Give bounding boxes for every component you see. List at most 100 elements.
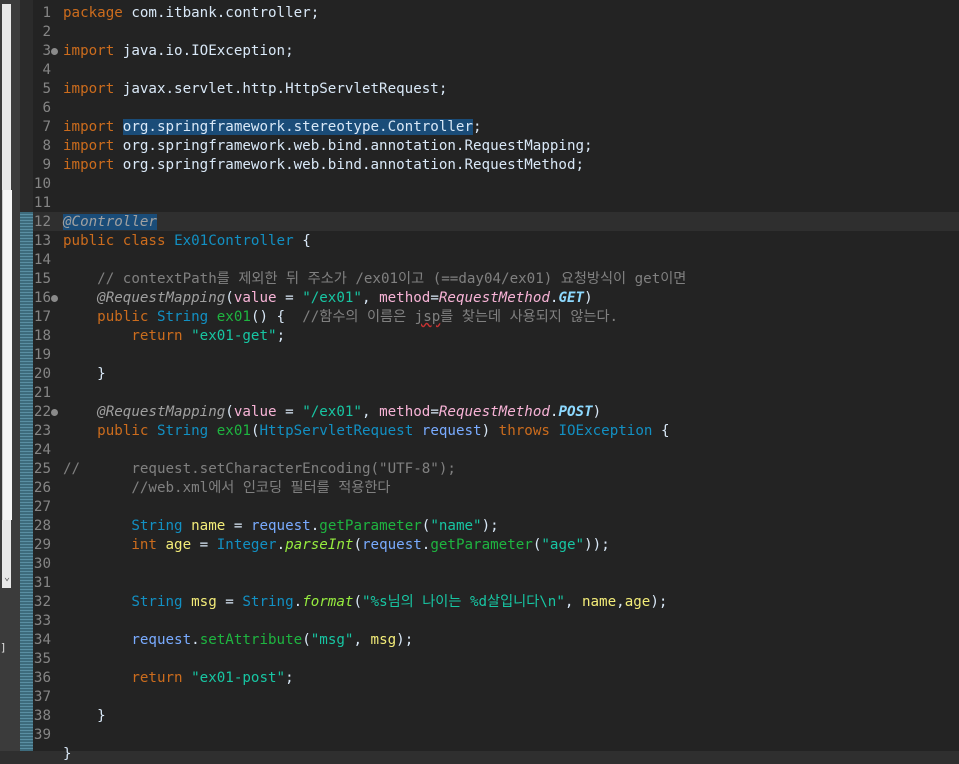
code-token: import: [63, 81, 115, 97]
code-line[interactable]: 1 package com.itbank.controller;: [33, 4, 959, 23]
code-token: );: [650, 594, 668, 610]
code-token: );: [481, 518, 499, 534]
code-token: "name": [430, 518, 482, 534]
code-token: (: [302, 632, 311, 648]
code-line[interactable]: 38 }: [33, 707, 959, 726]
code-token: (: [225, 290, 234, 306]
code-line[interactable]: }: [33, 745, 959, 764]
code-token: =: [430, 404, 439, 420]
code-text: public String ex01() { //함수의 이름은 jsp를 찾는…: [63, 308, 618, 327]
code-line[interactable]: 2: [33, 23, 959, 42]
code-token: public: [63, 233, 115, 249]
code-line[interactable]: 14: [33, 251, 959, 270]
code-line[interactable]: 5 import javax.servlet.http.HttpServletRe…: [33, 80, 959, 99]
code-token: java.io.IOException;: [114, 43, 294, 59]
code-line[interactable]: 25 // request.setCharacterEncoding("UTF-8…: [33, 460, 959, 479]
code-line[interactable]: 27: [33, 498, 959, 517]
code-token: value: [233, 404, 277, 420]
code-line[interactable]: 32 String msg = String.format("%s님의 나이는 …: [33, 593, 959, 612]
code-token: request: [421, 423, 482, 439]
code-line[interactable]: 4: [33, 61, 959, 80]
code-token: HttpServletRequest: [259, 423, 414, 439]
code-token: package: [63, 5, 123, 21]
code-token: javax.servlet.http.HttpServletRequest;: [114, 81, 448, 97]
line-number: 18: [33, 328, 51, 344]
code-token: com.itbank.controller;: [122, 5, 320, 21]
code-line[interactable]: 24: [33, 441, 959, 460]
code-line[interactable]: 23 public String ex01(HttpServletRequest…: [33, 422, 959, 441]
code-line[interactable]: 37: [33, 688, 959, 707]
line-number: 10: [33, 176, 51, 192]
code-editor[interactable]: 1 package com.itbank.controller; 2 3 import …: [33, 0, 959, 762]
code-line[interactable]: 20 }: [33, 365, 959, 384]
code-line[interactable]: 8 import org.springframework.web.bind.ann…: [33, 137, 959, 156]
overview-ruler[interactable]: [20, 212, 33, 751]
code-line[interactable]: 16 @RequestMapping(value = "/ex01", meth…: [33, 289, 959, 308]
code-line[interactable]: 30: [33, 555, 959, 574]
code-token: ): [584, 290, 593, 306]
code-token: "ex01-get": [191, 328, 277, 344]
line-number: 29: [33, 537, 51, 553]
code-token: Ex01Controller: [174, 233, 294, 249]
code-line[interactable]: 11: [33, 194, 959, 213]
code-line[interactable]: 7 import org.springframework.stereotype.C…: [33, 118, 959, 137]
code-token: );: [396, 632, 414, 648]
code-line[interactable]: 21: [33, 384, 959, 403]
code-token: ex01: [216, 309, 251, 325]
code-line[interactable]: 26 //web.xml에서 인코딩 필터를 적용한다: [33, 479, 959, 498]
code-line[interactable]: 35: [33, 650, 959, 669]
code-line[interactable]: 9 import org.springframework.web.bind.ann…: [33, 156, 959, 175]
code-token: .: [191, 632, 200, 648]
line-number: 28: [33, 518, 51, 534]
line-number: 3: [42, 43, 51, 59]
code-line[interactable]: 36 return "ex01-post";: [33, 669, 959, 688]
code-line[interactable]: 6: [33, 99, 959, 118]
code-text: package com.itbank.controller;: [63, 4, 319, 23]
code-text: }: [63, 365, 106, 384]
code-token: ,: [564, 594, 582, 610]
line-number: 13: [33, 233, 51, 249]
chevron-down-icon[interactable]: ⌄: [0, 572, 14, 584]
vertical-scrollbar-thumb[interactable]: [2, 190, 12, 520]
code-token: getParameter: [430, 537, 533, 553]
line-number: 12: [33, 214, 51, 230]
code-line[interactable]: 29 int age = Integer.parseInt(request.ge…: [33, 536, 959, 555]
code-token: =: [430, 290, 439, 306]
line-number: 19: [33, 347, 51, 363]
code-line[interactable]: 28 String name = request.getParameter("n…: [33, 517, 959, 536]
line-number: 20: [33, 366, 51, 382]
code-line[interactable]: 31: [33, 574, 959, 593]
code-line[interactable]: 13 public class Ex01Controller {: [33, 232, 959, 251]
code-line[interactable]: 19: [33, 346, 959, 365]
code-line[interactable]: 10: [33, 175, 959, 194]
code-line[interactable]: 12 @Controller: [33, 213, 959, 232]
code-token: =: [276, 404, 303, 420]
fold-toggle-icon[interactable]: [51, 409, 58, 416]
code-line[interactable]: 3 import java.io.IOException;: [33, 42, 959, 61]
code-token: ;: [285, 670, 294, 686]
line-number: 34: [33, 632, 51, 648]
code-token: ;: [473, 119, 482, 135]
code-line[interactable]: 17 public String ex01() { //함수의 이름은 jsp를…: [33, 308, 959, 327]
code-line[interactable]: 34 request.setAttribute("msg", msg);: [33, 631, 959, 650]
code-line[interactable]: 39: [33, 726, 959, 745]
code-line[interactable]: 18 return "ex01-get";: [33, 327, 959, 346]
code-token: request: [362, 537, 422, 553]
code-line[interactable]: 22 @RequestMapping(value = "/ex01", meth…: [33, 403, 959, 422]
fold-toggle-icon[interactable]: [51, 295, 58, 302]
fold-toggle-icon[interactable]: [51, 48, 58, 55]
line-number: 2: [42, 24, 51, 40]
code-line[interactable]: 15 // contextPath를 제외한 뒤 주소가 /ex01이고 (==…: [33, 270, 959, 289]
code-token: age: [165, 537, 192, 553]
code-token: ,: [353, 632, 371, 648]
code-token: int: [131, 537, 157, 553]
line-number: 26: [33, 480, 51, 496]
code-token: .: [293, 594, 303, 610]
code-line[interactable]: 33: [33, 612, 959, 631]
